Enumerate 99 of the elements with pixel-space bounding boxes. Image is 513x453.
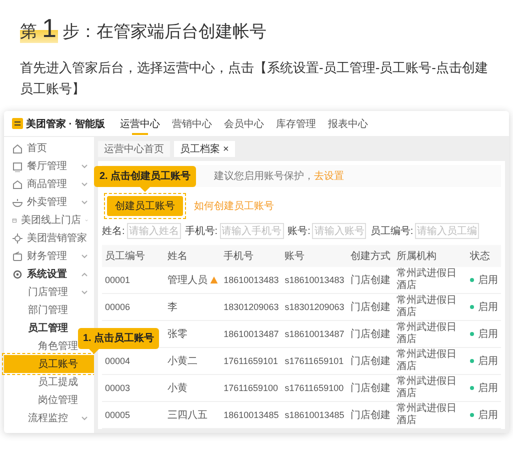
sidebar-item[interactable]: 美团营销管家: [4, 229, 94, 247]
table-cell: 门店创建: [350, 302, 390, 313]
sun-icon: [12, 232, 23, 244]
settings-icon: [12, 268, 23, 280]
sidebar-item[interactable]: 财务管理: [4, 247, 94, 265]
status-text: 启用: [478, 408, 498, 422]
status-dot: [470, 278, 474, 282]
sidebar-item[interactable]: 员工提成: [4, 373, 94, 391]
table-cell: 常州武进假日酒店: [396, 322, 456, 345]
sidebar-item[interactable]: 部门管理: [4, 301, 94, 319]
filter-field[interactable]: 请输入员工编: [415, 223, 480, 239]
table-cell: 常州武进假日酒店: [396, 268, 456, 291]
table-cell: 18610013485: [224, 410, 279, 420]
page-tab[interactable]: 员工档案 ×: [174, 141, 235, 157]
sidebar-item[interactable]: 商品管理: [4, 175, 94, 193]
status-text: 启用: [478, 382, 498, 395]
filter-field[interactable]: 请输入账号: [312, 223, 366, 239]
table-cell: 18610013483: [224, 275, 279, 285]
table-cell: 18610013487: [224, 329, 279, 339]
bowl-icon: [12, 196, 23, 208]
sidebar-item[interactable]: 员工账号: [4, 355, 94, 373]
table-cell: s17611659100: [284, 383, 344, 393]
status-dot: [470, 386, 474, 390]
column-header: 姓名: [164, 245, 221, 267]
sidebar-item[interactable]: 餐厅管理: [4, 157, 94, 175]
page-tab[interactable]: 运营中心首页: [98, 141, 170, 157]
logo-icon: [12, 118, 23, 129]
filter-label: 手机号:: [184, 224, 218, 238]
status-text: 启用: [478, 328, 498, 341]
table-cell: 门店创建: [350, 410, 390, 421]
table-cell: 门店创建: [350, 275, 390, 286]
table-cell-text: 张零: [168, 328, 188, 341]
step-title: 步：在管家端后台创建帐号: [62, 21, 266, 43]
table-cell: s18610013487: [284, 329, 344, 339]
table-cell-text: 三四八五: [168, 409, 208, 422]
intro-paragraph: 首先进入管家后台，选择运营中心，点击【系统设置-员工管理-员工账号-点击创建员工账号】: [20, 59, 489, 98]
sidebar-item[interactable]: 美团线上门店: [4, 211, 94, 229]
sidebar-item[interactable]: 系统设置: [4, 265, 94, 283]
table-cell: 17611659100: [224, 383, 278, 393]
callout-tooltip: 1. 点击员工账号: [78, 328, 160, 354]
tablet-icon: [12, 160, 23, 172]
table-cell: s18301209063: [284, 302, 344, 312]
table-cell: s17611659101: [284, 356, 344, 366]
table-cell: 门店创建: [350, 383, 390, 394]
column-header: 员工编号: [102, 245, 165, 267]
notice-text: 建议您启用账号保护，: [214, 170, 314, 183]
home-icon: [12, 142, 23, 154]
column-header: 创建方式: [347, 245, 394, 267]
create-button[interactable]: 创建员工账号: [107, 196, 183, 216]
filter-label: 账号:: [288, 224, 310, 238]
table-cell: 00003: [105, 383, 130, 393]
table-cell: 常州武进假日酒店: [396, 376, 456, 399]
table-cell: 常州武进假日酒店: [396, 403, 456, 426]
status-dot: [470, 413, 474, 417]
table-cell: 00006: [105, 302, 130, 312]
status-dot: [470, 359, 474, 363]
table-cell: 00005: [105, 410, 130, 420]
column-header: 状态: [467, 245, 501, 267]
table-cell: 17611659101: [224, 356, 278, 366]
status-text: 启用: [478, 274, 498, 287]
callout-tooltip: 2. 点击创建员工账号: [94, 166, 196, 192]
sidebar-item[interactable]: 岗位管理: [4, 391, 94, 409]
status-dot: [470, 305, 474, 309]
sidebar-item[interactable]: 首页: [4, 139, 94, 157]
brand-name: 美团管家 · 智能版: [26, 117, 105, 130]
filter-label: 姓名:: [102, 225, 125, 238]
sidebar-item[interactable]: 门店管理: [4, 283, 94, 301]
table-cell: 门店创建: [350, 356, 390, 367]
status-text: 启用: [478, 300, 498, 314]
table-cell-text: 管理人员: [168, 274, 208, 287]
close-icon[interactable]: ×: [223, 144, 229, 154]
column-header: 账号: [282, 245, 348, 267]
filter-field[interactable]: 请输入姓名: [126, 223, 181, 239]
house-icon: [12, 178, 23, 190]
status-text: 启用: [478, 354, 498, 368]
nav-tab[interactable]: 报表中心: [328, 110, 368, 136]
table-cell: 门店创建: [350, 329, 390, 340]
table-cell: 18301209063: [224, 302, 279, 312]
table-cell: 常州武进假日酒店: [396, 295, 456, 318]
table-cell: 00004: [105, 356, 130, 366]
table-cell-text: 小黄二: [168, 354, 198, 368]
table-cell: 00001: [105, 275, 130, 285]
sidebar-item[interactable]: 流程监控: [4, 409, 94, 427]
nav-tab[interactable]: 库存管理: [276, 110, 316, 136]
sidebar-item[interactable]: 外卖管理: [4, 193, 94, 211]
column-header: 所属机构: [393, 245, 467, 267]
table-cell: 常州武进假日酒店: [396, 349, 456, 372]
filter-field[interactable]: 请输入手机号: [220, 223, 284, 239]
status-dot: [470, 332, 474, 336]
table-cell: s18610013485: [284, 410, 344, 420]
table-cell-text: 李: [168, 300, 178, 314]
column-header: 手机号: [220, 245, 282, 267]
wallet-icon: [12, 250, 23, 262]
nav-tab[interactable]: 运营中心: [120, 110, 160, 136]
nav-tab[interactable]: 营销中心: [172, 110, 212, 136]
table-cell-text: 小黄: [168, 382, 188, 395]
filter-label: 员工编号:: [370, 224, 414, 238]
nav-tab[interactable]: 会员中心: [224, 110, 264, 136]
table-cell: s18610013483: [284, 275, 344, 285]
